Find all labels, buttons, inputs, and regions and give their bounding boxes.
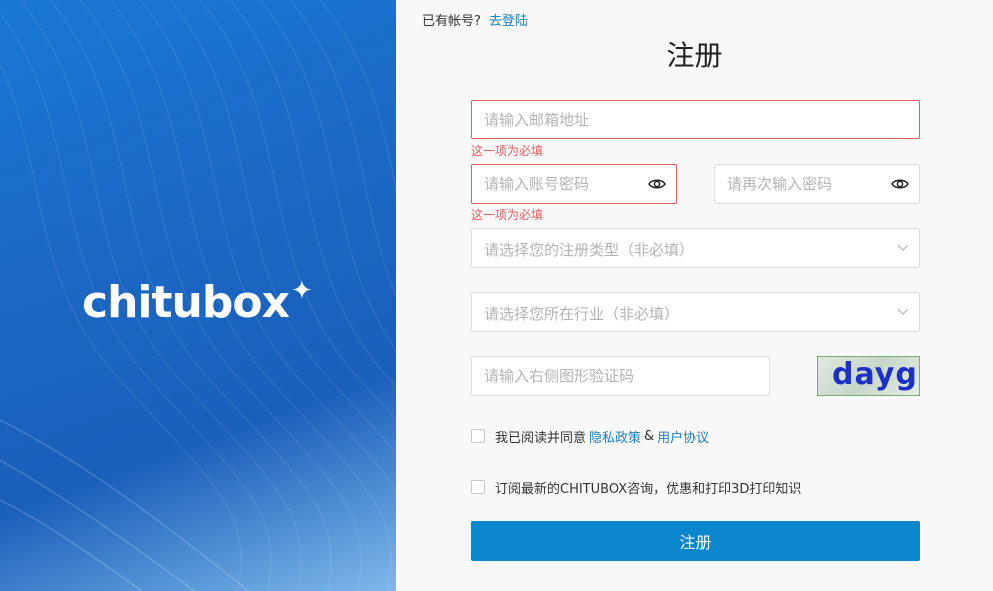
eye-icon[interactable] <box>648 176 666 192</box>
logo-text: chitubox <box>82 277 290 328</box>
email-error: 这一项为必填 <box>471 144 544 158</box>
confirm-password-field[interactable] <box>714 164 920 204</box>
captcha-field[interactable] <box>471 356 770 396</box>
register-panel: 已有帐号? 去登陆 注册 这一项为必填 这一项为必填 请选择您的注册类型（非必填）… <box>396 0 993 591</box>
user-agreement-link[interactable]: 用户协议 <box>657 427 709 446</box>
registration-type-select[interactable]: 请选择您的注册类型（非必填） <box>471 228 920 268</box>
captcha-input[interactable] <box>472 357 769 395</box>
industry-select[interactable]: 请选择您所在行业（非必填） <box>471 292 920 332</box>
ampersand: & <box>644 428 655 444</box>
password-field[interactable] <box>471 164 677 204</box>
registration-type-placeholder: 请选择您的注册类型（非必填） <box>484 241 695 259</box>
email-input[interactable] <box>472 101 919 138</box>
privacy-policy-link[interactable]: 隐私政策 <box>589 427 641 446</box>
chitubox-logo: chitubox ✦ <box>82 276 313 328</box>
chevron-down-icon <box>897 244 909 251</box>
register-button[interactable]: 注册 <box>471 521 920 561</box>
subscribe-text: 订阅最新的CHITUBOX咨询，优惠和打印3D打印知识 <box>495 481 802 497</box>
login-prompt: 已有帐号? 去登陆 <box>422 10 528 29</box>
agreement-row: 我已阅读并同意 隐私政策 & 用户协议 <box>471 427 712 446</box>
agreement-text: 我已阅读并同意 <box>495 430 587 446</box>
page-title: 注册 <box>666 39 723 72</box>
subscribe-checkbox[interactable] <box>471 480 485 494</box>
captcha-text: dayg <box>832 357 918 392</box>
agreement-checkbox[interactable] <box>471 429 485 443</box>
brand-panel: chitubox ✦ <box>0 0 396 591</box>
chevron-down-icon <box>897 308 909 315</box>
password-input[interactable] <box>472 165 676 203</box>
confirm-password-input[interactable] <box>715 165 919 203</box>
eye-icon[interactable] <box>891 176 909 192</box>
password-error: 这一项为必填 <box>471 208 544 222</box>
subscribe-row: 订阅最新的CHITUBOX咨询，优惠和打印3D打印知识 <box>471 478 802 497</box>
industry-placeholder: 请选择您所在行业（非必填） <box>484 305 680 323</box>
email-field[interactable] <box>471 100 920 139</box>
login-link[interactable]: 去登陆 <box>489 14 528 29</box>
captcha-image[interactable]: dayg <box>817 356 920 396</box>
has-account-text: 已有帐号? <box>422 14 481 29</box>
logo-star-icon: ✦ <box>290 276 313 306</box>
